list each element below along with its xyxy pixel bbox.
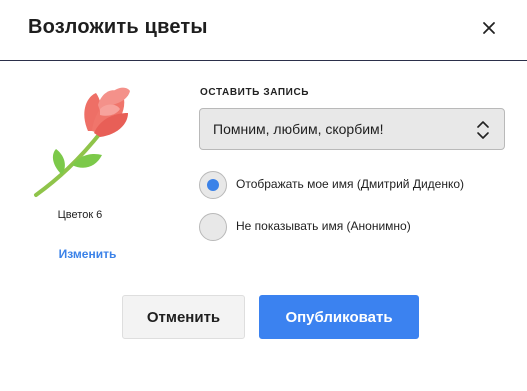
- radio-label: Отображать мое имя (Дмитрий Диденко): [236, 177, 464, 191]
- dialog-header: Возложить цветы: [0, 0, 527, 61]
- radio-label: Не показывать имя (Анонимно): [236, 219, 411, 233]
- chevron-up-down-icon: [476, 120, 490, 140]
- lay-flowers-dialog: Возложить цветы Цветок 6 Изменить ОСТАВИ…: [0, 0, 527, 391]
- radio-button[interactable]: [199, 213, 227, 241]
- rose-icon: [30, 83, 140, 203]
- close-icon[interactable]: [478, 17, 500, 39]
- dialog-title: Возложить цветы: [28, 16, 208, 38]
- radio-selected-dot: [207, 179, 219, 191]
- radio-button[interactable]: [199, 171, 227, 199]
- flower-caption: Цветок 6: [57, 209, 103, 221]
- message-select[interactable]: Помним, любим, скорбим!: [199, 108, 505, 150]
- flower-preview: Цветок 6 Изменить: [20, 78, 140, 268]
- publish-button[interactable]: Опубликовать: [259, 295, 419, 339]
- section-label: ОСТАВИТЬ ЗАПИСЬ: [200, 87, 310, 98]
- change-flower-link[interactable]: Изменить: [20, 247, 155, 261]
- message-select-value: Помним, любим, скорбим!: [213, 121, 384, 137]
- cancel-button[interactable]: Отменить: [122, 295, 245, 339]
